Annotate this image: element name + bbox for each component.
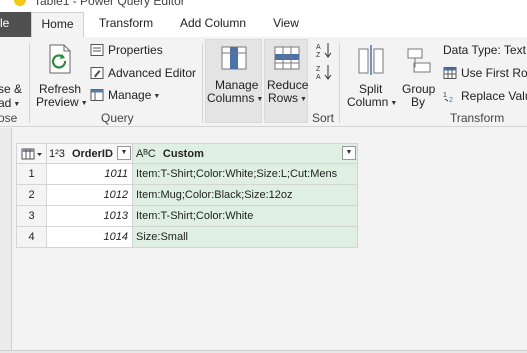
queries-pane-collapsed[interactable] [0,128,12,350]
separator [29,43,30,123]
use-first-row-button[interactable]: Use First Row [443,64,527,82]
split-column-icon [358,45,384,75]
sort-descending-icon: Z A [316,65,332,81]
close-load-label-2: ad ▼ [0,96,21,110]
reduce-rows-icon [274,46,300,70]
svg-text:A: A [316,44,321,51]
ribbon-tabs: le Home Transform Add Column View [0,10,527,38]
manage-columns-label-2: Columns ▼ [207,91,264,105]
svg-text:A: A [316,74,321,81]
table-row[interactable]: 3 1013 Item:T-Shirt;Color:White [16,205,358,227]
window-title: Table1 - Power Query Editor [34,0,185,8]
close-group-label: ose [0,111,18,125]
sort-ascending-button[interactable]: A Z [315,41,333,59]
properties-button[interactable]: Properties [90,41,163,59]
refresh-preview-button[interactable]: Refresh Preview ▼ [33,41,88,109]
split-column-label-2: Column ▼ [347,95,398,109]
sort-group-label: Sort [312,111,335,125]
manage-icon [90,89,104,101]
group-by-icon [407,48,431,73]
custom-cell[interactable]: Size:Small [132,226,358,248]
custom-cell[interactable]: Item:Mug;Color:Black;Size:12oz [132,184,358,206]
row-number: 2 [16,184,47,206]
use-first-row-icon [443,67,457,79]
svg-text:Z: Z [316,52,321,59]
row-number: 4 [16,226,47,248]
separator [202,43,203,123]
table-menu-button[interactable] [16,143,47,164]
row-number: 1 [16,163,47,185]
manage-columns-icon [221,46,247,70]
data-type-dropdown[interactable]: Data Type: Text▼ [443,41,527,59]
advanced-editor-icon [90,67,104,79]
row-number: 3 [16,205,47,227]
split-column-button[interactable]: Split Column ▼ [344,41,398,109]
header-row: 1²3 OrderID ▼ AᴮC Custom ▼ [16,143,358,164]
tab-file[interactable]: le [0,12,31,37]
close-load-label-1: se & [0,82,23,96]
separator [339,43,340,123]
query-group-label: Query [101,111,134,125]
tab-view[interactable]: View [263,12,309,37]
filter-dropdown-icon[interactable]: ▼ [117,145,131,160]
ribbon-home: se & ad ▼ ose Refresh Preview ▼ Properties… [0,37,527,127]
svg-text:Z: Z [316,66,321,73]
title-bar: Table1 - Power Query Editor [0,0,527,10]
refresh-icon [49,44,71,74]
close-load-button[interactable]: se & ad ▼ [0,43,24,110]
data-grid: 1²3 OrderID ▼ AᴮC Custom ▼ 1 1011 Item:T… [16,143,358,248]
column-name: OrderID [71,147,113,160]
table-row[interactable]: 4 1014 Size:Small [16,226,358,248]
transform-group-label: Transform [450,111,505,125]
manage-button[interactable]: Manage ▼ [90,86,160,104]
tab-home[interactable]: Home [31,12,84,38]
custom-cell[interactable]: Item:T-Shirt;Color:White;Size:L;Cut:Mens [132,163,358,185]
number-type-icon[interactable]: 1²3 [49,148,65,160]
table-icon [21,148,42,159]
group-by-button[interactable]: Group By [399,41,439,109]
sort-descending-button[interactable]: Z A [315,63,333,81]
reduce-rows-label-2: Rows ▼ [268,91,307,105]
tab-add-column[interactable]: Add Column [168,12,258,37]
custom-cell[interactable]: Item:T-Shirt;Color:White [132,205,358,227]
orderid-cell[interactable]: 1013 [46,205,133,227]
column-name: Custom [162,147,204,160]
properties-icon [90,44,104,56]
orderid-cell[interactable]: 1012 [46,184,133,206]
table-row[interactable]: 1 1011 Item:T-Shirt;Color:White;Size:L;C… [16,163,358,185]
advanced-editor-button[interactable]: Advanced Editor [90,64,196,82]
column-header-custom[interactable]: AᴮC Custom ▼ [132,143,358,164]
tab-transform[interactable]: Transform [89,12,163,37]
svg-text:1: 1 [443,92,447,99]
column-header-orderid[interactable]: 1²3 OrderID ▼ [46,143,133,164]
sort-ascending-icon: A Z [316,43,332,59]
orderid-cell[interactable]: 1014 [46,226,133,248]
reduce-rows-button[interactable]: Reduce Rows ▼ [264,39,308,123]
table-row[interactable]: 2 1012 Item:Mug;Color:Black;Size:12oz [16,184,358,206]
svg-text:2: 2 [449,97,453,102]
group-by-label-2: By [411,95,426,109]
orderid-cell[interactable]: 1011 [46,163,133,185]
manage-columns-button[interactable]: Manage Columns ▼ [205,39,264,123]
power-query-app-icon [14,0,26,6]
refresh-label-2: Preview ▼ [36,95,88,109]
replace-values-icon: 12 [443,92,453,102]
replace-values-button[interactable]: 1 2 Replace Valu [443,87,527,105]
filter-dropdown-icon[interactable]: ▼ [342,145,356,160]
text-type-icon[interactable]: AᴮC [136,148,156,160]
